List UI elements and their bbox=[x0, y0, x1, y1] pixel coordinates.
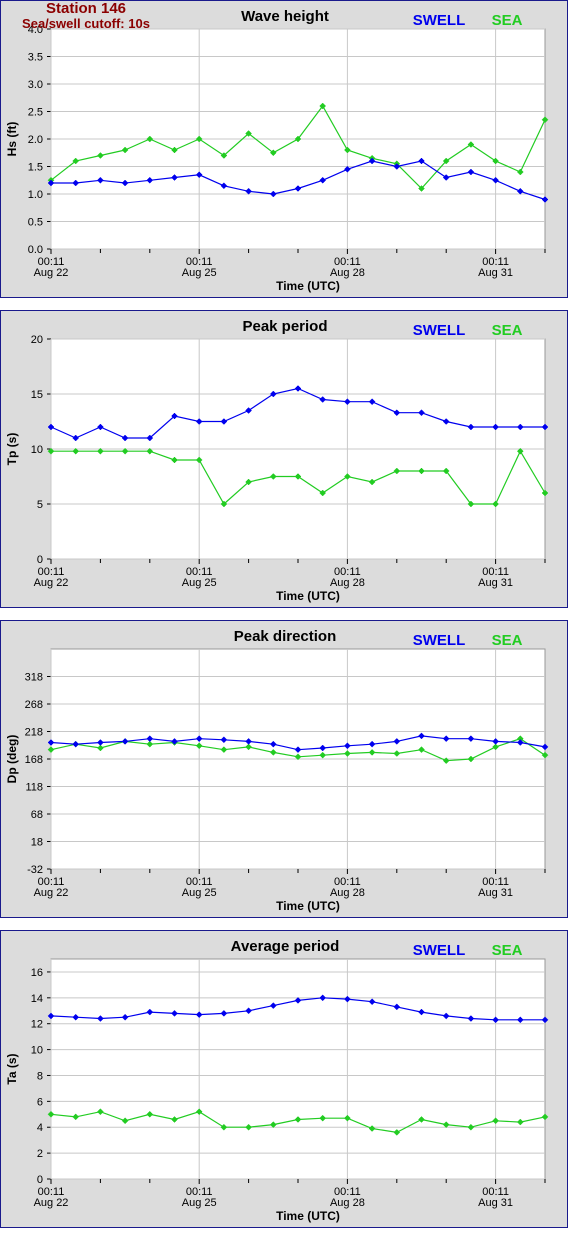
cutoff-label: Sea/swell cutoff: 10s bbox=[22, 16, 150, 31]
y-tick-label: -32 bbox=[27, 864, 43, 876]
x-tick-label: Aug 31 bbox=[478, 577, 513, 589]
y-tick-label: 12 bbox=[31, 1019, 43, 1031]
legend-swell: SWELL bbox=[413, 632, 466, 649]
chart-title: Average period bbox=[231, 938, 340, 955]
y-tick-label: 2 bbox=[37, 1148, 43, 1160]
plot-area bbox=[50, 958, 546, 1180]
x-tick-label: Aug 28 bbox=[330, 577, 365, 589]
x-axis-label: Time (UTC) bbox=[276, 589, 340, 603]
legend-sea: SEA bbox=[492, 942, 523, 959]
panel-average-period: 0 2 4 6 8 10 12 14 16 00:11 Aug 22 00:11 Aug 25 00:11… bbox=[0, 930, 568, 1228]
y-tick-label: 268 bbox=[25, 699, 43, 711]
y-axis-label: Tp (s) bbox=[5, 433, 19, 466]
chart-peak-period: 0510152000:11Aug 2200:11Aug 2500:11Aug 2… bbox=[5, 318, 549, 603]
y-tick-label: 0.0 bbox=[28, 244, 43, 256]
y-tick-label: 68 bbox=[31, 809, 43, 821]
y-tick-label: 0 bbox=[37, 554, 43, 566]
legend-swell: SWELL bbox=[413, 942, 466, 959]
y-tick-label: 5 bbox=[37, 499, 43, 511]
x-tick-label: Aug 28 bbox=[330, 1197, 365, 1209]
legend-sea: SEA bbox=[492, 322, 523, 339]
station-name: Station 146 bbox=[45, 0, 127, 17]
y-tick-label: 2.5 bbox=[28, 107, 43, 119]
y-tick-label: 0 bbox=[37, 1174, 43, 1186]
panel-wave-height: Station 146 Sea/swell cutoff: 10s 0.0 0.5… bbox=[0, 0, 568, 298]
chart-title: Peak direction bbox=[234, 628, 337, 645]
chart-title: Wave height bbox=[241, 8, 329, 25]
y-tick-label: 218 bbox=[25, 727, 43, 739]
chart-wave-height: 0.00.51.01.52.02.53.03.54.000:11Aug 2200… bbox=[5, 8, 549, 293]
y-tick-label: 3.0 bbox=[28, 79, 43, 91]
x-axis-label: Time (UTC) bbox=[276, 1209, 340, 1223]
y-tick-label: 3.5 bbox=[28, 52, 43, 64]
legend-sea: SEA bbox=[492, 632, 523, 649]
y-tick-label: 10 bbox=[31, 444, 43, 456]
x-tick-label: Aug 25 bbox=[182, 577, 217, 589]
y-tick-label: 1.5 bbox=[28, 162, 43, 174]
x-tick-label: Aug 28 bbox=[330, 887, 365, 899]
y-axis-label: Dp (deg) bbox=[5, 735, 19, 784]
x-tick-label: Aug 31 bbox=[478, 887, 513, 899]
y-tick-label: 18 bbox=[31, 837, 43, 849]
panel-peak-period: 0 5 10 15 20 00:11 Aug 22 00:11 Aug 25 00:11 Aug 2… bbox=[0, 310, 568, 608]
y-tick-label: 20 bbox=[31, 334, 43, 346]
x-tick-label: Aug 25 bbox=[182, 887, 217, 899]
y-tick-label: 14 bbox=[31, 993, 43, 1005]
y-tick-label: 318 bbox=[25, 672, 43, 684]
x-axis-label: Time (UTC) bbox=[276, 899, 340, 913]
x-tick-label: Aug 22 bbox=[34, 267, 69, 279]
legend-swell: SWELL bbox=[413, 322, 466, 339]
chart-peak-direction: -32186811816821826831800:11Aug 2200:11Au… bbox=[5, 628, 549, 913]
legend-swell: SWELL bbox=[413, 12, 466, 29]
y-tick-label: 2.0 bbox=[28, 134, 43, 146]
y-tick-label: 6 bbox=[37, 1096, 43, 1108]
x-tick-label: Aug 22 bbox=[34, 577, 69, 589]
legend-sea: SEA bbox=[492, 12, 523, 29]
y-tick-label: 0.5 bbox=[28, 217, 43, 229]
x-tick-label: Aug 28 bbox=[330, 267, 365, 279]
x-axis-label: Time (UTC) bbox=[276, 279, 340, 293]
y-tick-label: 10 bbox=[31, 1045, 43, 1057]
x-tick-label: Aug 22 bbox=[34, 1197, 69, 1209]
chart-average-period: 024681012141600:11Aug 2200:11Aug 2500:11… bbox=[5, 938, 549, 1223]
y-axis-label: Hs (ft) bbox=[5, 122, 19, 157]
y-tick-label: 16 bbox=[31, 967, 43, 979]
x-tick-label: Aug 25 bbox=[182, 1197, 217, 1209]
x-tick-label: Aug 31 bbox=[478, 1197, 513, 1209]
y-tick-label: 168 bbox=[25, 754, 43, 766]
y-tick-label: 118 bbox=[25, 782, 43, 794]
y-tick-label: 15 bbox=[31, 389, 43, 401]
y-tick-label: 8 bbox=[37, 1070, 43, 1082]
x-tick-label: Aug 31 bbox=[478, 267, 513, 279]
chart-title: Peak period bbox=[242, 318, 327, 335]
y-tick-label: 1.0 bbox=[28, 189, 43, 201]
x-tick-label: Aug 25 bbox=[182, 267, 217, 279]
panel-peak-direction: -32 18 68 118 168 218 268 318 00:11 Aug 22 00:11 Au… bbox=[0, 620, 568, 918]
x-tick-label: Aug 22 bbox=[34, 887, 69, 899]
y-tick-label: 4 bbox=[37, 1122, 43, 1134]
y-axis-label: Ta (s) bbox=[5, 1053, 19, 1084]
station-header: Station 146 Sea/swell cutoff: 10s bbox=[1, 1, 171, 31]
